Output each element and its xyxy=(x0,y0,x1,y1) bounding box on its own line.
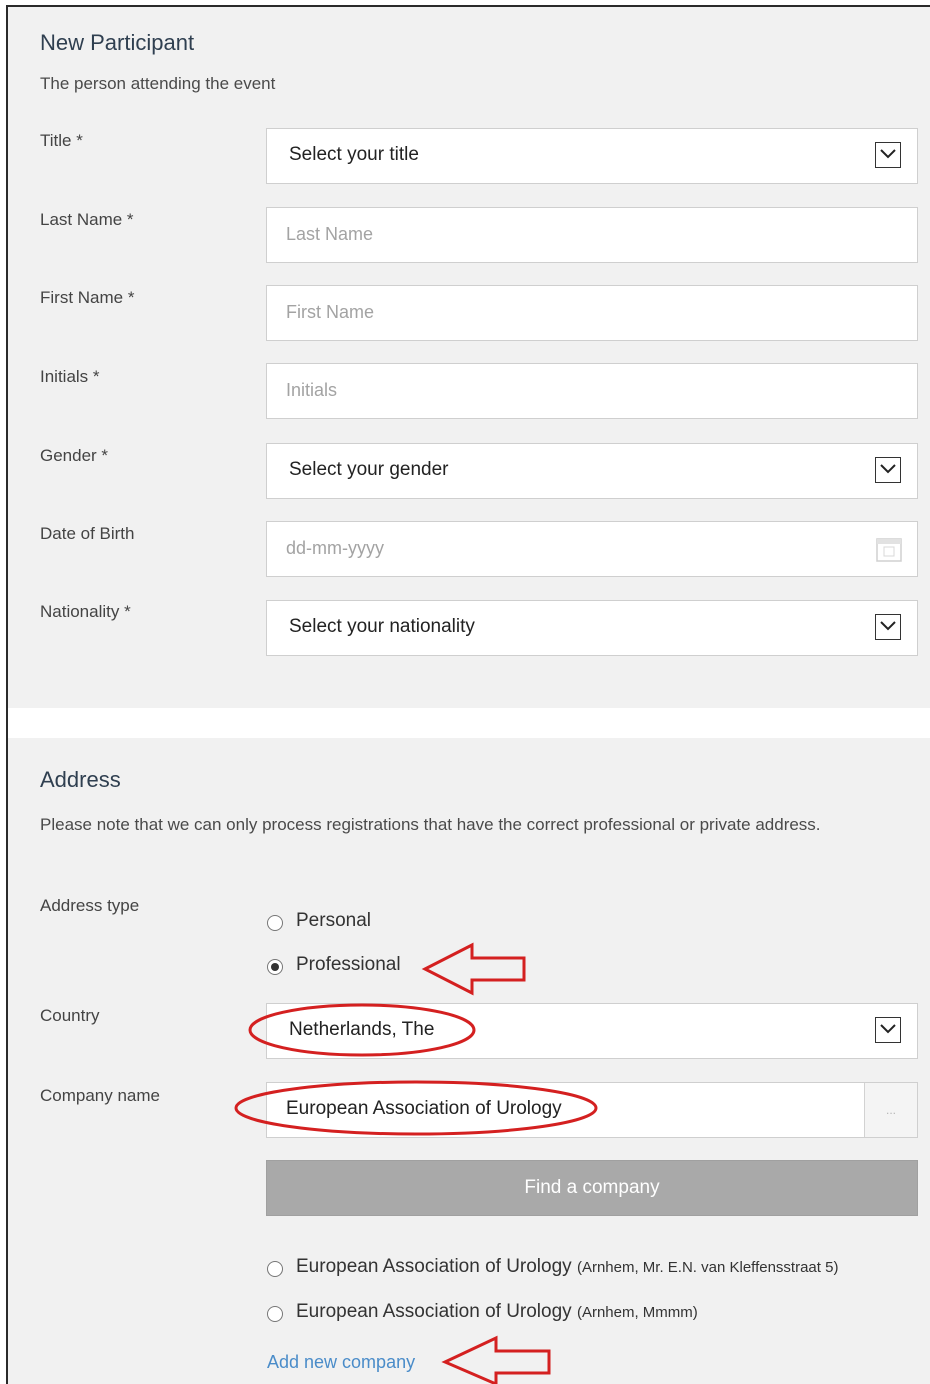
radio-personal[interactable] xyxy=(267,915,283,931)
company-input-value: European Association of Urology xyxy=(286,1098,562,1119)
result-1-label[interactable]: European Association of Urology (Arnhem,… xyxy=(296,1256,838,1278)
title-select-value: Select your title xyxy=(289,144,419,165)
result-1-detail: (Arnhem, Mr. E.N. van Kleffensstraat 5) xyxy=(576,1259,839,1276)
address-type-label: Address type xyxy=(40,896,140,915)
participant-heading: New Participant xyxy=(40,30,195,55)
company-input[interactable]: European Association of Urology ... xyxy=(266,1082,918,1138)
radio-professional[interactable] xyxy=(267,959,283,975)
radio-result-1[interactable] xyxy=(267,1261,283,1277)
chevron-down-icon[interactable] xyxy=(875,1017,901,1043)
calendar-icon[interactable] xyxy=(875,535,903,563)
radio-result-2[interactable] xyxy=(267,1306,283,1322)
gender-label: Gender * xyxy=(40,446,109,465)
last-name-input[interactable]: Last Name xyxy=(266,207,918,263)
nationality-label: Nationality * xyxy=(40,602,131,621)
chevron-down-icon[interactable] xyxy=(875,614,901,640)
result-2-detail: (Arnhem, Mmmm) xyxy=(576,1304,698,1321)
radio-professional-label[interactable]: Professional xyxy=(296,954,401,976)
chevron-down-icon[interactable] xyxy=(875,457,901,483)
country-label: Country xyxy=(40,1006,100,1025)
gender-select-value: Select your gender xyxy=(289,459,449,480)
result-1-name: European Association of Urology xyxy=(296,1256,572,1277)
first-name-input[interactable]: First Name xyxy=(266,285,918,341)
nationality-select[interactable]: Select your nationality xyxy=(266,600,918,656)
result-2-name: European Association of Urology xyxy=(296,1301,572,1322)
dob-placeholder: dd-mm-yyyy xyxy=(286,538,384,558)
last-name-placeholder: Last Name xyxy=(286,224,374,244)
participant-subheading: The person attending the event xyxy=(40,74,276,93)
dob-input[interactable]: dd-mm-yyyy xyxy=(266,521,918,577)
initials-placeholder: Initials xyxy=(286,380,338,400)
add-new-company-link[interactable]: Add new company xyxy=(267,1352,415,1373)
result-2-label[interactable]: European Association of Urology (Arnhem,… xyxy=(296,1301,698,1323)
company-lookup-button[interactable]: ... xyxy=(864,1083,917,1137)
nationality-select-value: Select your nationality xyxy=(289,616,475,637)
address-note: Please note that we can only process reg… xyxy=(40,815,821,834)
country-select[interactable]: Netherlands, The xyxy=(266,1003,918,1059)
first-name-placeholder: First Name xyxy=(286,302,375,322)
company-label: Company name xyxy=(40,1086,161,1105)
find-company-button[interactable]: Find a company xyxy=(266,1160,918,1216)
chevron-down-icon[interactable] xyxy=(875,142,901,168)
dob-label: Date of Birth xyxy=(40,524,135,543)
gender-select[interactable]: Select your gender xyxy=(266,443,918,499)
country-select-value: Netherlands, The xyxy=(289,1019,435,1040)
address-heading: Address xyxy=(40,767,121,792)
first-name-label: First Name * xyxy=(40,288,135,307)
initials-label: Initials * xyxy=(40,367,100,386)
title-label: Title * xyxy=(40,131,83,150)
initials-input[interactable]: Initials xyxy=(266,363,918,419)
radio-personal-label[interactable]: Personal xyxy=(296,910,371,932)
last-name-label: Last Name * xyxy=(40,210,134,229)
title-select[interactable]: Select your title xyxy=(266,128,918,184)
